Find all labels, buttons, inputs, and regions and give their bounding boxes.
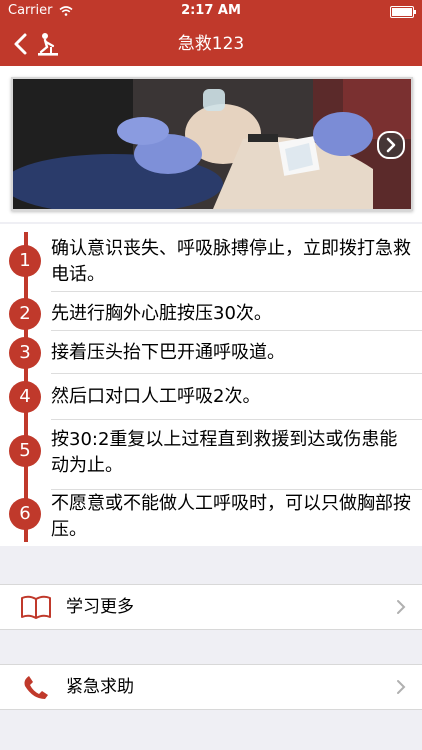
chevron-right-icon (386, 137, 396, 153)
step-number-badge: 2 (9, 298, 41, 330)
divider (51, 489, 422, 490)
status-bar: Carrier 2:17 AM (0, 0, 422, 22)
step-text: 确认意识丧失、呼吸脉搏停止，立即拨打急救电话。 (51, 238, 411, 285)
step-text: 先进行胸外心脏按压30次。 (51, 303, 272, 324)
step-number-badge: 5 (9, 435, 41, 467)
step-text: 然后口对口人工呼吸2次。 (51, 386, 261, 407)
list-item: 2 先进行胸外心脏按压30次。 (0, 292, 422, 336)
divider (51, 330, 422, 331)
divider (51, 373, 422, 374)
hero-section (0, 66, 422, 222)
chevron-right-icon (397, 600, 406, 614)
list-item: 4 然后口对口人工呼吸2次。 (0, 381, 422, 425)
step-text: 按30:2重复以上过程直到救援到达或伤患能动为止。 (51, 429, 398, 476)
step-number-badge: 4 (9, 381, 41, 413)
step-number-badge: 6 (9, 498, 41, 530)
emergency-help-label: 紧急求助 (66, 677, 134, 697)
list-item: 1 确认意识丧失、呼吸脉搏停止，立即拨打急救电话。 (0, 232, 422, 292)
list-item: 3 接着压头抬下巴开通呼吸道。 (0, 337, 422, 381)
book-icon (21, 595, 51, 619)
phone-icon (24, 676, 48, 699)
chevron-right-icon (397, 680, 406, 694)
step-text: 不愿意或不能做人工呼吸时，可以只做胸部按压。 (51, 493, 411, 540)
next-image-button[interactable] (377, 131, 405, 159)
step-number-badge: 3 (9, 337, 41, 369)
emergency-help-row[interactable]: 紧急求助 (0, 664, 422, 710)
step-text: 接着压头抬下巴开通呼吸道。 (51, 342, 285, 363)
cpr-photo (11, 77, 413, 211)
cpr-photo-illustration (13, 79, 411, 209)
navigation-bar: 急救123 (0, 22, 422, 66)
step-number-badge: 1 (9, 245, 41, 277)
cpr-steps-list: 1 确认意识丧失、呼吸脉搏停止，立即拨打急救电话。 2 先进行胸外心脏按压30次… (0, 224, 422, 546)
list-item: 5 按30:2重复以上过程直到救援到达或伤患能动为止。 (0, 424, 422, 490)
learn-more-row[interactable]: 学习更多 (0, 584, 422, 630)
divider (51, 419, 422, 420)
page-title: 急救123 (177, 34, 245, 54)
status-time: 2:17 AM (181, 3, 241, 18)
list-item: 6 不愿意或不能做人工呼吸时，可以只做胸部按压。 (0, 492, 422, 546)
learn-more-label: 学习更多 (66, 597, 134, 617)
battery-icon (390, 6, 416, 18)
